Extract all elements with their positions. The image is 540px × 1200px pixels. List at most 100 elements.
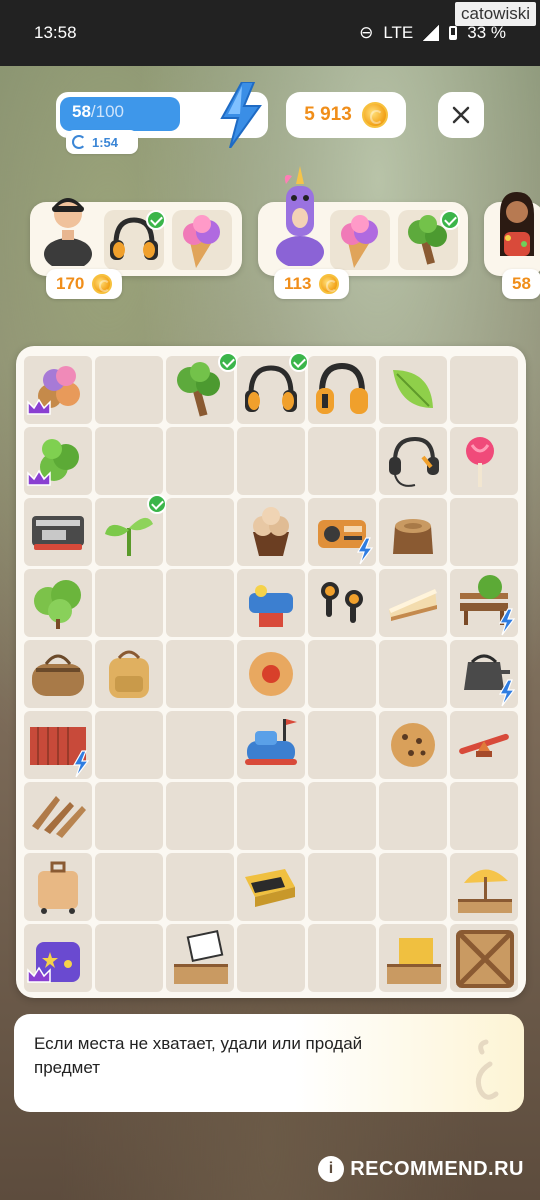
energy-current: 58 xyxy=(72,102,91,121)
close-button[interactable] xyxy=(438,92,484,138)
radio-icon xyxy=(318,520,374,565)
timer-value: 1:54 xyxy=(92,134,119,150)
board-cell-bumper-car[interactable] xyxy=(237,711,305,779)
board-cell-empty[interactable] xyxy=(379,853,447,921)
board-cell-jam-cookie[interactable] xyxy=(237,640,305,708)
board-cell-empty[interactable] xyxy=(308,853,376,921)
board-cell-chocolate-cookie[interactable] xyxy=(379,711,447,779)
stump-icon xyxy=(393,519,433,554)
board-cell-empty[interactable] xyxy=(379,782,447,850)
hint-bubble: Если места не хватает, удали или продай … xyxy=(14,1014,524,1112)
board-cell-leaf[interactable] xyxy=(379,356,447,424)
board-cell-bush[interactable] xyxy=(24,569,92,637)
board-cell-garden-bench[interactable] xyxy=(450,569,518,637)
order-slot[interactable] xyxy=(330,210,390,270)
recommend-logo-icon: i xyxy=(318,1156,345,1182)
board-cell-empty[interactable] xyxy=(166,782,234,850)
board-cell-empty[interactable] xyxy=(308,924,376,992)
board-cell-empty[interactable] xyxy=(95,356,163,424)
board-cell-headphones[interactable] xyxy=(237,352,309,424)
headphones-wired-icon xyxy=(389,436,439,487)
board-cell-kiddie-car[interactable] xyxy=(237,569,305,637)
board-cell-sprout[interactable] xyxy=(95,494,167,566)
earbuds-icon xyxy=(321,582,363,623)
board-cell-gold-box[interactable] xyxy=(237,853,305,921)
board-cell-empty[interactable] xyxy=(450,498,518,566)
board-cell-empty[interactable] xyxy=(166,640,234,708)
bush-icon xyxy=(34,580,81,629)
board-cell-empty[interactable] xyxy=(95,569,163,637)
close-icon xyxy=(452,106,470,124)
board-cell-gold-crate[interactable] xyxy=(379,924,447,992)
coin-icon xyxy=(361,102,388,128)
board-cell-empty[interactable] xyxy=(95,711,163,779)
board-cell-empty[interactable] xyxy=(166,569,234,637)
battery-level: 33 % xyxy=(467,23,506,42)
check-icon xyxy=(289,352,309,372)
board-cell-empty[interactable] xyxy=(379,640,447,708)
info-icon xyxy=(475,1039,499,1100)
board-cell-empty[interactable] xyxy=(308,640,376,708)
board-cell-stump[interactable] xyxy=(379,498,447,566)
board-cell-tree[interactable] xyxy=(166,352,238,424)
board-cell-kettle[interactable] xyxy=(450,640,518,708)
refresh-icon xyxy=(72,135,86,149)
order-slot[interactable] xyxy=(172,210,232,270)
coins-panel[interactable]: 5 913 xyxy=(286,92,406,138)
headphones-orange-icon xyxy=(316,362,368,414)
board-cell-radio[interactable] xyxy=(308,498,376,566)
reward-value: 113 xyxy=(284,274,312,293)
board-cell-empty[interactable] xyxy=(166,498,234,566)
board-cell-empty[interactable] xyxy=(308,427,376,495)
board-cell-deck-chair[interactable] xyxy=(24,782,92,850)
cupcake-icon xyxy=(253,507,289,556)
check-icon xyxy=(218,352,238,372)
board-cell-seesaw[interactable] xyxy=(450,711,518,779)
lollipop-icon xyxy=(466,437,494,487)
board-cell-beach-umbrella-crate[interactable] xyxy=(450,853,518,921)
beach-umbrella-crate-icon xyxy=(458,869,512,913)
board-cell-empty[interactable] xyxy=(308,711,376,779)
board-cell-duffel-bag[interactable] xyxy=(24,640,92,708)
board-cell-empty[interactable] xyxy=(95,782,163,850)
order-reward: 170 xyxy=(46,269,123,299)
board-cell-empty[interactable] xyxy=(166,427,234,495)
board-cell-lollipop[interactable] xyxy=(450,427,518,495)
picture-crate-icon xyxy=(174,929,228,984)
board-cell-empty[interactable] xyxy=(95,853,163,921)
board-cell-cheesecake[interactable] xyxy=(379,569,447,637)
board-cell-suitcase[interactable] xyxy=(24,853,92,921)
board-cell-headphones-orange[interactable] xyxy=(308,356,376,424)
board-cell-headphones-wired[interactable] xyxy=(379,427,447,495)
board-cell-backpack[interactable] xyxy=(95,640,163,708)
kettle-icon xyxy=(464,654,516,707)
board-cell-empty[interactable] xyxy=(95,427,163,495)
signal-icon xyxy=(423,25,440,41)
board-cell-empty[interactable] xyxy=(450,356,518,424)
lightning-bolt-icon[interactable] xyxy=(218,82,264,148)
board-cell-picture-crate[interactable] xyxy=(166,924,234,992)
board-cell-empty[interactable] xyxy=(166,853,234,921)
board-cell-empty[interactable] xyxy=(237,782,305,850)
kiddie-car-icon xyxy=(249,585,293,627)
board-cell-empty[interactable] xyxy=(237,427,305,495)
board-cell-toaster[interactable] xyxy=(24,498,92,566)
cheesecake-icon xyxy=(389,589,437,621)
board-cell-shrub[interactable] xyxy=(24,427,92,495)
board-cell-empty[interactable] xyxy=(450,782,518,850)
board-cell-cupcake[interactable] xyxy=(237,498,305,566)
board-cell-wooden-crate[interactable] xyxy=(450,924,518,992)
board-cell-empty[interactable] xyxy=(166,711,234,779)
board-cell-empty[interactable] xyxy=(308,782,376,850)
jam-cookie-icon xyxy=(249,652,293,696)
man-in-cap-avatar xyxy=(44,198,92,266)
board-cell-starry-suitcase[interactable] xyxy=(24,924,92,992)
battery-icon xyxy=(449,26,458,40)
board-cell-empty[interactable] xyxy=(95,924,163,992)
board-cell-earbuds[interactable] xyxy=(308,569,376,637)
chocolate-cookie-icon xyxy=(391,723,435,767)
board-cell-empty[interactable] xyxy=(237,924,305,992)
board-cell-shipping-container[interactable] xyxy=(24,711,92,779)
board-cell-ice-cream-stack[interactable] xyxy=(24,356,92,424)
order-reward: 58 xyxy=(502,269,540,299)
